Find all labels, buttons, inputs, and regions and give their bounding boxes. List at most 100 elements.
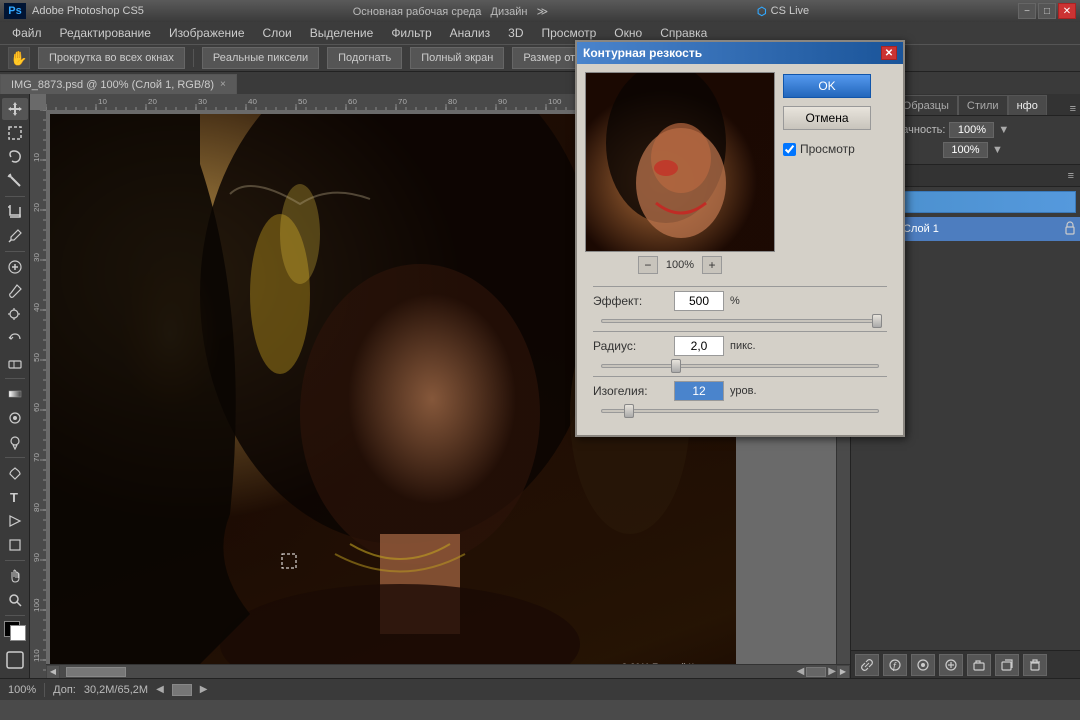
scroll-nav-btn[interactable]: ◀ [797,666,805,677]
gradient-tool[interactable] [2,383,28,405]
tab-close-button[interactable]: × [220,79,226,90]
dialog-titlebar: Контурная резкость ✕ [577,42,903,64]
lasso-tool[interactable] [2,146,28,168]
scroll-left-btn[interactable]: ◀ [46,665,60,679]
preview-checkbox-row[interactable]: Просмотр [783,142,871,156]
horizontal-scrollbar[interactable]: ◀ ◀ ▶ ▶ [46,664,850,678]
tool-separator-6 [5,615,25,616]
menu-select[interactable]: Выделение [302,24,382,42]
move-tool[interactable] [2,98,28,120]
main-content: T [0,94,1080,678]
effect-value[interactable]: 500 [674,291,724,311]
link-layers-btn[interactable] [855,654,879,676]
group-layers-btn[interactable] [967,654,991,676]
fit-btn[interactable]: Подогнать [327,47,402,69]
pen-tool[interactable] [2,462,28,484]
history-brush-tool[interactable] [2,328,28,350]
color-swatches[interactable] [2,619,28,643]
layer-name-label: Слой 1 [903,223,939,235]
preview-checkbox-label: Просмотр [800,142,855,156]
cs-live[interactable]: ⬡ CS Live [757,5,809,18]
dialog-parameters: Эффект: 500 % Радиус: 2,0 пикс. [585,278,895,427]
dodge-tool[interactable] [2,431,28,453]
menu-layers[interactable]: Слои [255,24,300,42]
menu-file[interactable]: Файл [4,24,50,42]
effect-row: Эффект: 500 % [593,291,887,311]
opacity-dropdown-icon[interactable]: ▼ [998,124,1072,136]
scroll-right-btn[interactable]: ▶ [836,665,850,679]
threshold-unit: уров. [730,385,757,397]
threshold-slider-track [601,409,879,413]
screen-mode-btn[interactable] [4,649,26,674]
cancel-button[interactable]: Отмена [783,106,871,130]
effect-slider-track [601,319,879,323]
dialog-preview[interactable] [585,72,775,252]
add-mask-btn[interactable] [911,654,935,676]
radius-slider-thumb[interactable] [671,359,681,373]
scroll-thumb-h[interactable] [66,667,126,677]
next-nav-btn[interactable]: ▶ [200,684,208,695]
zoom-in-btn[interactable]: + [702,256,722,274]
new-layer-btn[interactable] [995,654,1019,676]
info-tab[interactable]: нфо [1008,95,1047,115]
styles-tab[interactable]: Стили [958,95,1008,115]
title-text: Adobe Photoshop CS5 [32,5,144,17]
effect-slider-thumb[interactable] [872,314,882,328]
zoom-out-btn[interactable]: − [638,256,658,274]
dialog-close-button[interactable]: ✕ [881,46,897,60]
layers-header-controls: ≡ [1068,170,1074,182]
type-tool[interactable]: T [2,486,28,508]
doc-size-label: Доп: [53,684,76,696]
eyedropper-tool[interactable] [2,225,28,247]
tool-icon[interactable]: ✋ [8,47,30,69]
close-button[interactable]: ✕ [1058,3,1076,19]
vertical-ruler [30,110,46,678]
scroll-all-windows-btn[interactable]: Прокрутка во всех окнах [38,47,185,69]
menu-image[interactable]: Изображение [161,24,253,42]
zoom-level-display: 100% [666,259,694,271]
panel-collapse-btn[interactable]: ≡ [1070,103,1076,115]
opacity-value[interactable]: 100% [949,122,994,138]
healing-tool[interactable] [2,256,28,278]
zoom-tool[interactable] [2,589,28,611]
workspace-switcher[interactable]: Основная рабочая среда Дизайн ≫ [353,5,548,18]
nav-indicator[interactable] [172,684,192,696]
blur-tool[interactable] [2,407,28,429]
prev-nav-btn[interactable]: ◀ [156,684,164,695]
threshold-slider-thumb[interactable] [624,404,634,418]
magic-wand-tool[interactable] [2,170,28,192]
shape-tool[interactable] [2,534,28,556]
tab-item[interactable]: IMG_8873.psd @ 100% (Слой 1, RGB/8) × [0,74,237,94]
minimize-button[interactable]: − [1018,3,1036,19]
scroll-indicator [806,667,826,677]
fill-value[interactable]: 100% [943,142,988,158]
menu-edit[interactable]: Редактирование [52,24,159,42]
radius-value[interactable]: 2,0 [674,336,724,356]
threshold-value[interactable]: 12 [674,381,724,401]
scroll-nav-right-btn[interactable]: ▶ [828,666,836,677]
radius-slider-track [601,364,879,368]
clone-tool[interactable] [2,304,28,326]
ps-icon: Ps [4,3,26,19]
hand-tool[interactable] [2,565,28,587]
title-bar-controls[interactable]: − □ ✕ [1018,3,1076,19]
marquee-tool[interactable] [2,122,28,144]
maximize-button[interactable]: □ [1038,3,1056,19]
preview-checkbox[interactable] [783,143,796,156]
fill-dropdown-icon[interactable]: ▼ [992,144,1072,156]
crop-tool[interactable] [2,201,28,223]
menu-filter[interactable]: Фильтр [383,24,439,42]
brush-tool[interactable] [2,280,28,302]
layers-menu-btn[interactable]: ≡ [1068,170,1074,182]
ok-button[interactable]: OK [783,74,871,98]
adjustment-layer-btn[interactable] [939,654,963,676]
path-select-tool[interactable] [2,510,28,532]
menu-3d[interactable]: 3D [500,24,531,42]
actual-pixels-btn[interactable]: Реальные пиксели [202,47,319,69]
add-style-btn[interactable]: ƒ [883,654,907,676]
menu-analysis[interactable]: Анализ [442,24,499,42]
eraser-tool[interactable] [2,352,28,374]
fullscreen-btn[interactable]: Полный экран [410,47,504,69]
delete-layer-btn[interactable] [1023,654,1047,676]
tool-separator-3 [5,378,25,379]
